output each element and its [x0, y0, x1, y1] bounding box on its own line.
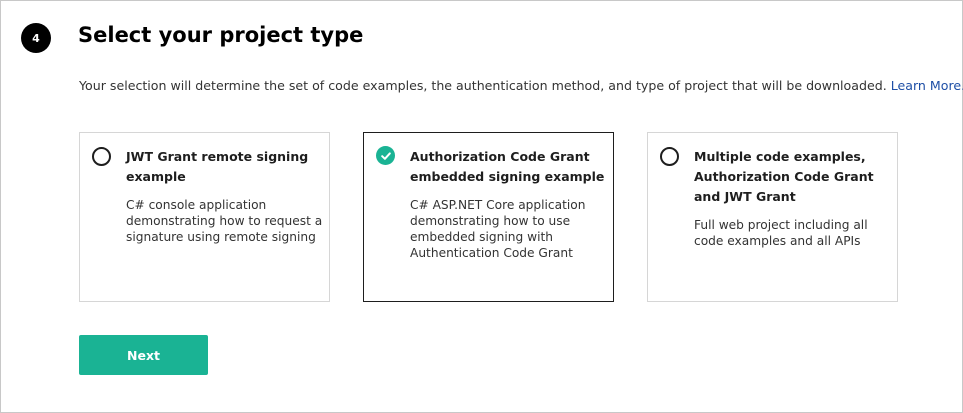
option-title: Authorization Code Grant embedded signin… [410, 149, 605, 184]
option-card-auth-code-grant[interactable]: Authorization Code Grant embedded signin… [363, 132, 614, 302]
radio-unchecked-icon[interactable] [660, 147, 679, 166]
description-body: Your selection will determine the set of… [79, 78, 891, 93]
option-title: Multiple code examples, Authorization Co… [694, 149, 874, 204]
option-card-jwt-grant[interactable]: JWT Grant remote signing example C# cons… [79, 132, 330, 302]
step-number-badge: 4 [21, 23, 51, 53]
option-description: Full web project including all code exam… [694, 218, 868, 248]
option-card-multiple-examples[interactable]: Multiple code examples, Authorization Co… [647, 132, 898, 302]
project-type-panel: 4 Select your project type Your selectio… [0, 0, 963, 413]
learn-more-link[interactable]: Learn More. [891, 78, 963, 93]
check-circle-icon[interactable] [376, 146, 395, 165]
description-text: Your selection will determine the set of… [79, 78, 963, 93]
page-title: Select your project type [78, 23, 364, 47]
radio-unchecked-icon[interactable] [92, 147, 111, 166]
option-description: C# console application demonstrating how… [126, 198, 323, 244]
option-title: JWT Grant remote signing example [126, 149, 309, 184]
checkmark-icon [380, 151, 391, 160]
option-description: C# ASP.NET Core application demonstratin… [410, 198, 586, 260]
next-button[interactable]: Next [79, 335, 208, 375]
